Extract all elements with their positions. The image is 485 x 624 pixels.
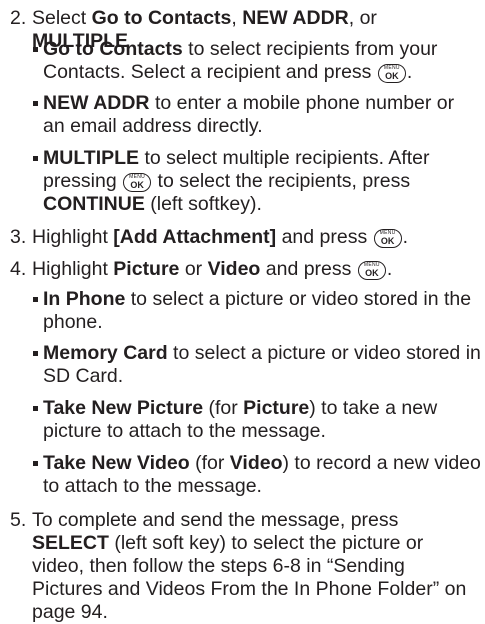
square-bullet-icon [33,297,38,302]
bullet-text: Go to Contacts to select recipients from… [43,38,438,83]
square-bullet-icon [33,101,38,106]
step-5: 5. To complete and send the message, pre… [10,509,478,624]
step-number: 2. [10,7,27,29]
step-text: Highlight [Add Attachment] and press MEN… [32,226,409,248]
bullet-multiple: MULTIPLE to select multiple recipients. … [33,147,481,216]
step-4: 4. Highlight Picture or Video and press … [10,258,478,281]
bullet-text: Take New Picture (for Picture) to take a… [43,397,438,442]
bullet-take-new-picture: Take New Picture (for Picture) to take a… [33,397,481,443]
bullet-memory-card: Memory Card to select a picture or video… [33,342,481,388]
square-bullet-icon [33,406,38,411]
step-number: 3. [10,226,27,248]
bullet-text: Take New Video (for Video) to record a n… [43,452,481,497]
bullet-take-new-video: Take New Video (for Video) to record a n… [33,452,481,498]
step-number: 4. [10,258,27,280]
square-bullet-icon [33,461,38,466]
square-bullet-icon [33,47,38,52]
manual-page: 2. Select Go to Contacts, NEW ADDR, or M… [0,0,485,623]
menu-ok-key-icon: MENU OK [357,261,386,280]
bullet-new-addr: NEW ADDR to enter a mobile phone number … [33,92,481,138]
bullet-go-to-contacts: Go to Contacts to select recipients from… [33,38,481,84]
bullet-text: MULTIPLE to select multiple recipients. … [43,147,430,215]
square-bullet-icon [33,351,38,356]
step-text: To complete and send the message, press … [32,509,467,623]
bullet-text: In Phone to select a picture or video st… [43,288,472,333]
step-text: Highlight Picture or Video and press MEN… [32,258,393,280]
square-bullet-icon [33,156,38,161]
step-3: 3. Highlight [Add Attachment] and press … [10,226,478,249]
step-number: 5. [10,509,27,531]
menu-ok-key-icon: MENU OK [123,173,152,192]
bullet-text: NEW ADDR to enter a mobile phone number … [43,92,455,137]
bullet-text: Memory Card to select a picture or video… [43,342,481,387]
menu-ok-key-icon: MENU OK [373,229,402,248]
menu-ok-key-icon: MENU OK [377,64,406,83]
bullet-in-phone: In Phone to select a picture or video st… [33,288,481,334]
